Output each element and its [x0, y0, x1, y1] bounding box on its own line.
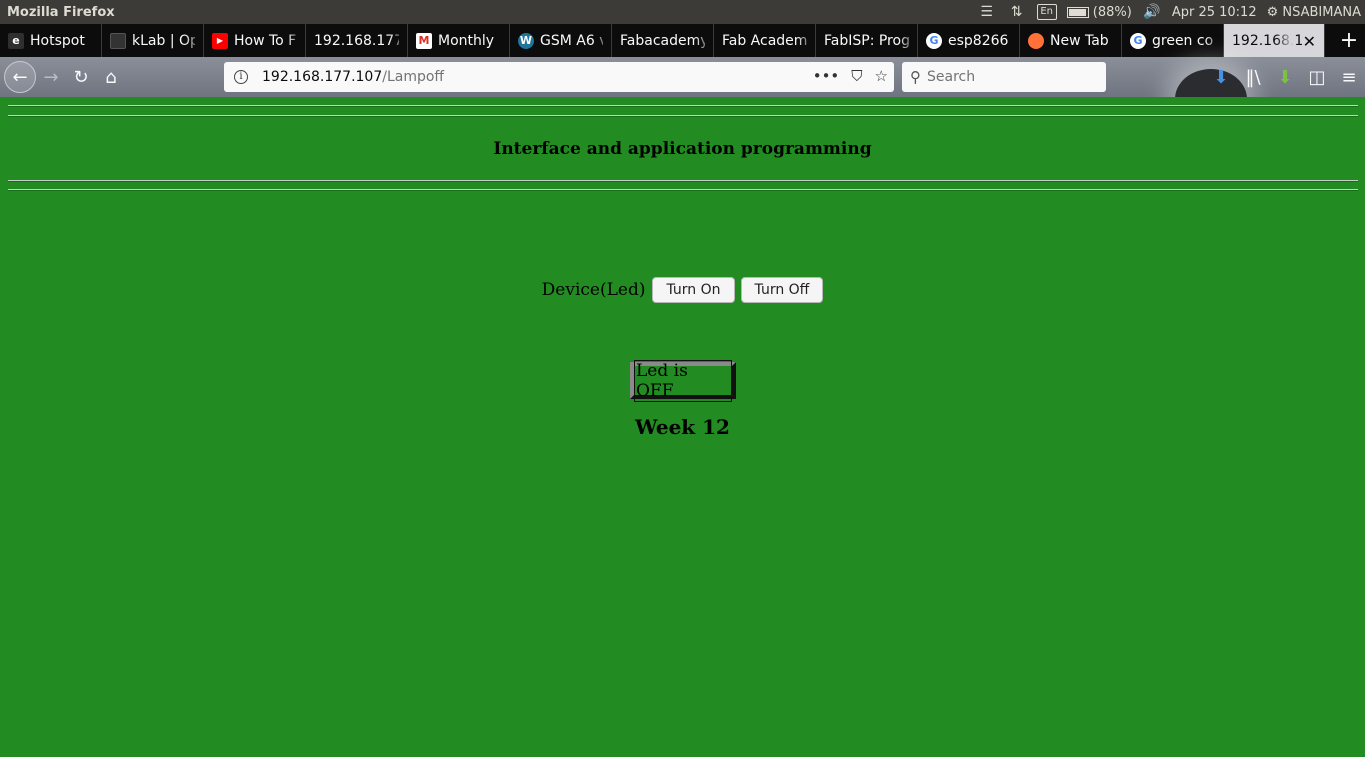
system-indicators: ☰ ⇅ En (88%) 🔊 Apr 25 10:12 ⚙ NSABIMANA	[977, 0, 1361, 24]
url-path: /Lampoff	[382, 69, 445, 85]
firefox-icon	[1028, 32, 1044, 49]
back-button[interactable]: ←	[4, 61, 36, 93]
google-icon: G	[926, 32, 942, 49]
battery-percent: (88%)	[1092, 4, 1132, 20]
reload-button[interactable]: ↻	[66, 62, 96, 92]
clock[interactable]: Apr 25 10:12	[1172, 5, 1257, 20]
week-title: Week 12	[635, 415, 730, 439]
klab-icon	[110, 32, 126, 49]
tab-label: New Tab	[1050, 32, 1109, 49]
user-name: NSABIMANA	[1282, 4, 1361, 20]
user-menu[interactable]: ⚙ NSABIMANA	[1267, 5, 1361, 20]
tab-esp8266[interactable]: G esp8266	[918, 24, 1020, 57]
menu-list-icon[interactable]: ☰	[977, 3, 997, 21]
system-top-bar: Mozilla Firefox ☰ ⇅ En (88%) 🔊 Apr 25 10…	[0, 0, 1365, 24]
extension-icon[interactable]: ⬇	[1269, 62, 1301, 92]
toolbar-right: ⬇ ‖\ ⬇ ◫ ≡	[1205, 57, 1365, 97]
tab-how-to[interactable]: ▶ How To F	[204, 24, 306, 57]
tab-label: green co	[1152, 32, 1214, 49]
page-content: Interface and application programming De…	[0, 97, 1365, 757]
tab-active-192-168[interactable]: 192.168.1 ✕	[1224, 24, 1325, 57]
search-icon: ⚲	[910, 68, 921, 86]
tab-label: FabISP: Prog	[824, 32, 909, 49]
tab-label: 192.168.177	[314, 32, 399, 49]
tab-label: Fab Academ	[722, 32, 807, 49]
home-button[interactable]: ⌂	[96, 62, 126, 92]
divider	[8, 105, 1358, 107]
home-icon: ⌂	[105, 66, 117, 88]
divider	[8, 115, 1358, 117]
tab-label: Hotspot	[30, 32, 85, 49]
tab-fab-academ[interactable]: Fab Academ	[714, 24, 816, 57]
forward-button[interactable]: →	[36, 62, 66, 92]
divider	[8, 180, 1358, 182]
tab-strip: e Hotspot kLab | Op ▶ How To F 192.168.1…	[0, 24, 1365, 57]
close-tab-icon[interactable]: ✕	[1303, 32, 1316, 51]
arrow-right-icon: →	[43, 66, 59, 88]
url-actions: ••• ⛉ ☆	[813, 67, 888, 85]
arrow-left-icon: ←	[12, 66, 28, 88]
search-bar[interactable]: ⚲ Search	[902, 62, 1106, 92]
tab-green-co[interactable]: G green co	[1122, 24, 1224, 57]
tab-new-tab[interactable]: New Tab	[1020, 24, 1122, 57]
turn-on-button[interactable]: Turn On	[652, 277, 735, 303]
url-bar[interactable]: i 192.168.177.107/Lampoff ••• ⛉ ☆	[224, 62, 894, 92]
tab-gsm-a6[interactable]: W GSM A6 v	[510, 24, 612, 57]
network-transfer-icon[interactable]: ⇅	[1007, 3, 1027, 21]
reload-icon: ↻	[73, 66, 89, 88]
library-icon[interactable]: ‖\	[1237, 62, 1269, 92]
led-status-box: Led is OFF	[630, 359, 736, 402]
tab-hotspot[interactable]: e Hotspot	[0, 24, 102, 57]
tab-fabisp[interactable]: FabISP: Prog	[816, 24, 918, 57]
battery-indicator[interactable]: (88%)	[1066, 4, 1132, 20]
device-label: Device(Led)	[541, 280, 646, 300]
tab-192-168-177[interactable]: 192.168.177	[306, 24, 408, 57]
wordpress-icon: W	[518, 32, 534, 49]
keyboard-layout-icon[interactable]: En	[1036, 4, 1057, 20]
navigation-toolbar: ← → ↻ ⌂ i 192.168.177.107/Lampoff ••• ⛉ …	[0, 57, 1365, 129]
tab-monthly[interactable]: M Monthly	[408, 24, 510, 57]
google-icon: G	[1130, 32, 1146, 49]
pocket-icon[interactable]: ⛉	[851, 67, 862, 85]
volume-icon[interactable]: 🔊	[1142, 3, 1162, 21]
sidebar-icon[interactable]: ◫	[1301, 62, 1333, 92]
e-icon: e	[8, 32, 24, 49]
more-actions-icon[interactable]: •••	[813, 67, 840, 85]
turn-off-button[interactable]: Turn Off	[740, 277, 824, 303]
download-status-icon[interactable]: ⬇	[1205, 62, 1237, 92]
page-heading: Interface and application programming	[493, 139, 872, 159]
tab-klab[interactable]: kLab | Op	[102, 24, 204, 57]
youtube-icon: ▶	[212, 32, 228, 49]
hamburger-menu-icon[interactable]: ≡	[1333, 62, 1365, 92]
gmail-icon: M	[416, 32, 432, 49]
tab-label: Fabacademy	[620, 32, 705, 49]
url-host: 192.168.177.107	[262, 69, 383, 85]
window-title: Mozilla Firefox	[7, 4, 115, 20]
tab-fabacademy[interactable]: Fabacademy	[612, 24, 714, 57]
bookmark-star-icon[interactable]: ☆	[875, 67, 888, 85]
tab-label: Monthly	[438, 32, 495, 49]
info-icon[interactable]: i	[234, 70, 248, 84]
led-status-text: Led is OFF	[634, 359, 732, 402]
tab-label: esp8266	[948, 32, 1009, 49]
battery-icon	[1066, 6, 1089, 18]
plus-icon: +	[1339, 28, 1359, 53]
search-placeholder: Search	[927, 69, 976, 85]
new-tab-button[interactable]: +	[1333, 24, 1365, 57]
divider	[8, 189, 1358, 191]
device-control-row: Device(Led) Turn On Turn Off	[0, 277, 1365, 303]
gear-icon: ⚙	[1266, 4, 1279, 20]
